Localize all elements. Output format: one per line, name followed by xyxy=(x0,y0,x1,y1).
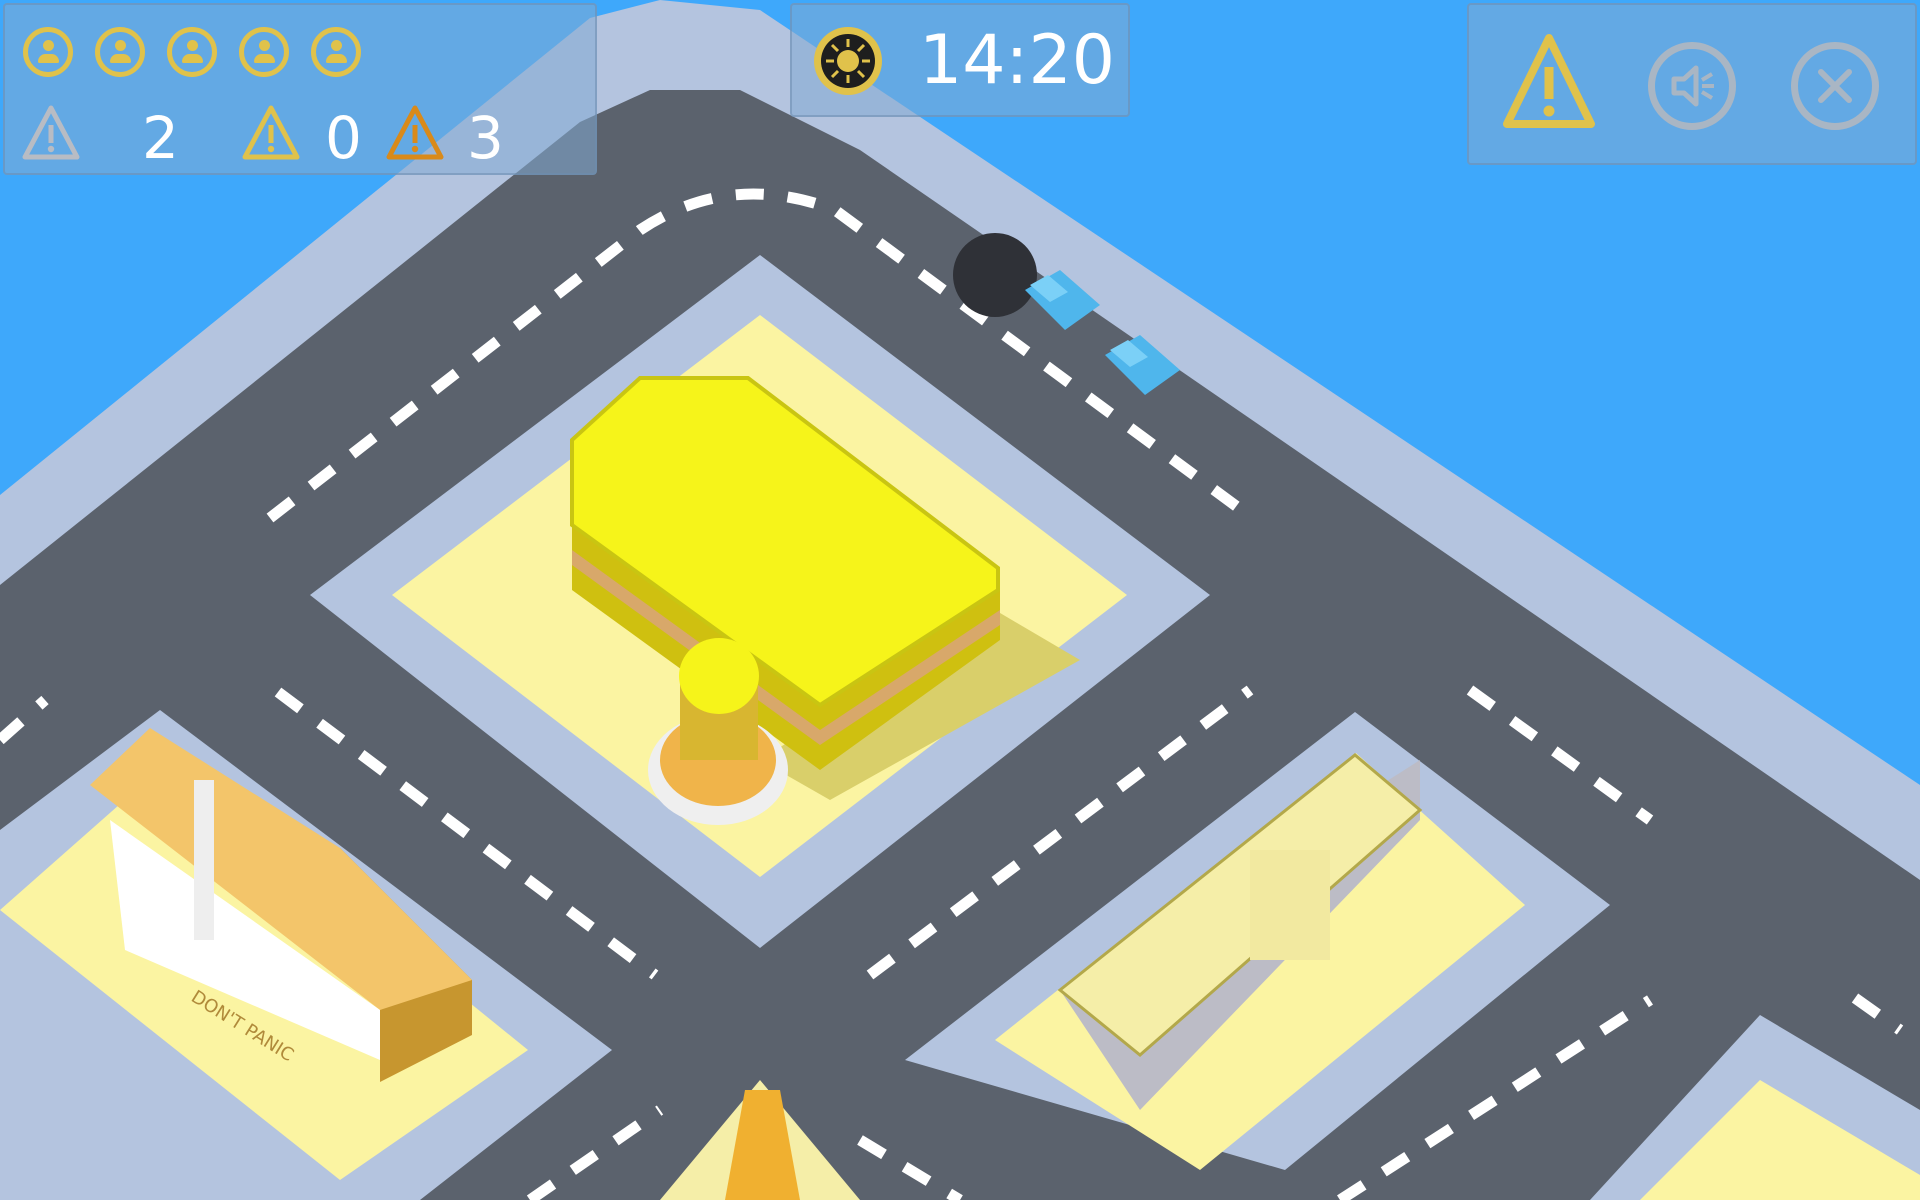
citizen-head xyxy=(331,40,342,51)
citizen-body xyxy=(326,54,347,63)
citizen-head xyxy=(43,40,54,51)
citizen-icon xyxy=(23,27,73,77)
warning-orange-icon xyxy=(386,105,444,160)
mute-icon xyxy=(1671,65,1714,107)
actions-panel xyxy=(1467,3,1917,165)
dont-panic-tower xyxy=(194,780,214,940)
sound-button[interactable] xyxy=(1648,42,1736,130)
citizen-body xyxy=(38,54,59,63)
close-icon xyxy=(1818,69,1852,103)
alert-count-medium: 0 xyxy=(325,104,362,172)
warning-yellow-icon xyxy=(242,105,300,160)
citizen-icon xyxy=(239,27,289,77)
citizen-icon xyxy=(95,27,145,77)
citizen-head xyxy=(259,40,270,51)
citizen-icon xyxy=(167,27,217,77)
citizen-head xyxy=(115,40,126,51)
citizen-body xyxy=(182,54,203,63)
citizen-icon xyxy=(311,27,361,77)
clock-panel: 14:20 xyxy=(790,3,1130,117)
citizens-panel: 2 0 3 xyxy=(3,3,597,175)
alert-count-high: 3 xyxy=(467,104,504,172)
oil-spill xyxy=(953,233,1037,317)
gray-building-tower xyxy=(1250,850,1330,960)
sun-icon xyxy=(814,27,882,95)
warning-gray-icon xyxy=(22,105,80,160)
warning-icon[interactable] xyxy=(1501,31,1597,131)
citizen-head xyxy=(187,40,198,51)
citizen-body xyxy=(254,54,275,63)
rotunda-dome xyxy=(679,638,759,714)
alert-count-low: 2 xyxy=(142,104,179,172)
close-button[interactable] xyxy=(1791,42,1879,130)
clock-time: 14:20 xyxy=(919,21,1115,100)
city-map: DON'T PANIC xyxy=(0,0,1920,1200)
citizen-body xyxy=(110,54,131,63)
